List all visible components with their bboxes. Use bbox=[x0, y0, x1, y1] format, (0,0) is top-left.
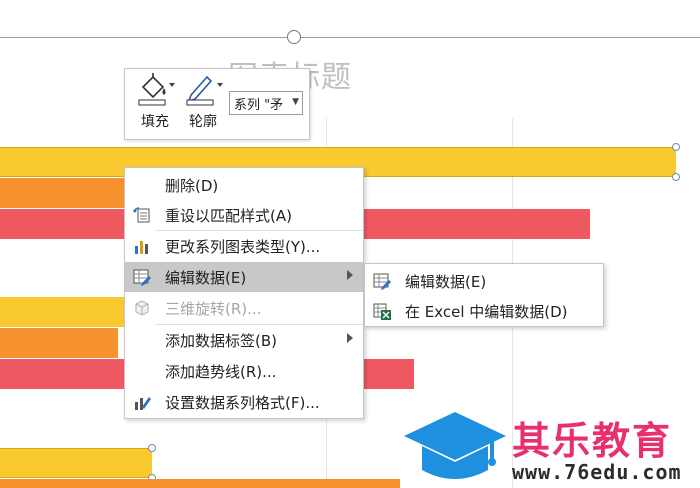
graduation-cap-logo-icon bbox=[404, 412, 506, 479]
bar-series-yellow[interactable] bbox=[0, 297, 130, 327]
outline-label: 轮廓 bbox=[189, 114, 217, 130]
context-menu: 删除(D) 重设以匹配样式(A) 更改系列图表类型(Y)... 编辑数据(E) bbox=[124, 167, 364, 419]
submenu-arrow-icon bbox=[347, 333, 353, 343]
format-series-icon bbox=[135, 397, 151, 410]
menu-item-format-data-series[interactable]: 设置数据系列格式(F)... bbox=[125, 387, 363, 417]
menu-item-3d-rotation: 三维旋转(R)... bbox=[125, 293, 363, 323]
submenu-arrow-icon bbox=[347, 270, 353, 280]
bar-series-orange[interactable] bbox=[0, 178, 130, 208]
mini-toolbar: 填充 轮廓 系列 "矛 ▼ bbox=[124, 68, 310, 140]
bar-chart-icon bbox=[135, 241, 148, 254]
chevron-down-icon: ▼ bbox=[292, 97, 299, 107]
submenu-item-edit-data[interactable]: 编辑数据(E) bbox=[365, 266, 603, 296]
fill-button[interactable]: 填充 bbox=[133, 73, 177, 135]
bar-series-orange[interactable] bbox=[0, 328, 118, 358]
fill-label: 填充 bbox=[141, 114, 169, 130]
watermark-url: www.76edu.com bbox=[512, 460, 682, 484]
bar-series-orange[interactable] bbox=[0, 479, 400, 488]
edit-data-icon bbox=[373, 273, 391, 290]
chart-area-border bbox=[0, 37, 700, 38]
watermark-brand: 其乐教育 bbox=[512, 419, 673, 463]
series-selector-dropdown[interactable]: 系列 "矛 ▼ bbox=[229, 91, 303, 115]
selection-handle[interactable] bbox=[672, 143, 680, 151]
submenu-item-edit-in-excel[interactable]: 在 Excel 中编辑数据(D) bbox=[365, 296, 603, 326]
menu-item-add-data-labels[interactable]: 添加数据标签(B) bbox=[125, 325, 363, 355]
menu-item-reset-style[interactable]: 重设以匹配样式(A) bbox=[125, 200, 363, 230]
excel-icon bbox=[373, 303, 391, 320]
pen-icon bbox=[186, 75, 223, 106]
outline-button[interactable]: 轮廓 bbox=[181, 73, 225, 135]
selection-handle[interactable] bbox=[672, 173, 680, 181]
edit-data-submenu: 编辑数据(E) 在 Excel 中编辑数据(D) bbox=[364, 263, 604, 327]
series-selector-value: 系列 "矛 bbox=[234, 98, 284, 113]
menu-item-change-chart-type[interactable]: 更改系列图表类型(Y)... bbox=[125, 231, 363, 261]
menu-item-delete[interactable]: 删除(D) bbox=[125, 170, 363, 200]
bar-series-yellow[interactable] bbox=[0, 448, 152, 478]
paint-bucket-icon bbox=[138, 73, 175, 106]
edit-data-icon bbox=[133, 269, 151, 286]
selection-handle[interactable] bbox=[148, 444, 156, 452]
menu-item-add-trendline[interactable]: 添加趋势线(R)... bbox=[125, 356, 363, 386]
menu-item-edit-data[interactable]: 编辑数据(E) bbox=[125, 262, 363, 292]
rotation-handle[interactable] bbox=[287, 30, 301, 44]
reset-style-icon bbox=[133, 207, 150, 223]
rotate-3d-icon bbox=[135, 300, 149, 316]
